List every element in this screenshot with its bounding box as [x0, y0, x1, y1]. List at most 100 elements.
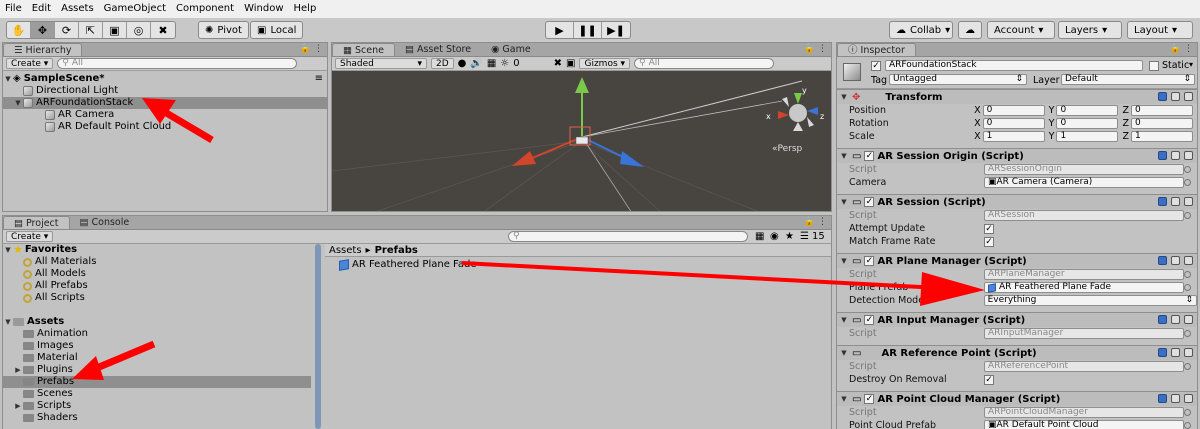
panel-menu-icon[interactable]: 🔒 ⋮ [804, 217, 827, 227]
destroy-on-removal-checkbox[interactable]: ✓ [984, 374, 994, 385]
component-enabled-checkbox[interactable]: ✓ [864, 315, 875, 325]
persp-label[interactable]: «Persp [772, 144, 803, 154]
settings-gear-icon[interactable] [1184, 256, 1193, 265]
cloud-button[interactable]: ☁ [958, 21, 982, 39]
settings-gear-icon[interactable] [1184, 348, 1193, 357]
tab-inspector[interactable]: ⓘ Inspector [837, 43, 916, 56]
help-book-icon[interactable] [1158, 394, 1167, 403]
preset-icon[interactable] [1171, 256, 1180, 265]
gizmos-dropdown[interactable]: Gizmos ▾ [579, 58, 631, 69]
expand-arrow-icon[interactable]: ▼ [839, 395, 849, 403]
expand-arrow-icon[interactable]: ▼ [3, 316, 13, 328]
lighting-icon[interactable]: ● [458, 58, 467, 69]
list-item[interactable]: Images [3, 340, 311, 352]
z-axis-handle[interactable] [581, 136, 628, 160]
list-item[interactable]: Animation [3, 328, 311, 340]
list-item[interactable]: AR Camera [3, 109, 327, 121]
z-axis-arrowhead[interactable] [620, 151, 644, 167]
expand-arrow-icon[interactable]: ▼ [839, 349, 849, 357]
object-picker-icon[interactable] [1184, 271, 1191, 278]
point-cloud-prefab-field[interactable]: ▣ AR Default Point Cloud [984, 420, 1184, 429]
preset-icon[interactable] [1171, 151, 1180, 160]
shading-dropdown[interactable]: Shaded ▾ [335, 58, 427, 69]
custom-tool-icon[interactable]: ✖ [151, 22, 175, 38]
camera-gizmo-icon[interactable] [575, 136, 589, 145]
preset-icon[interactable] [1171, 92, 1180, 101]
transform-header[interactable]: ▼ ✥ Transform [837, 89, 1197, 104]
expand-arrow-icon[interactable]: ▼ [839, 316, 849, 324]
move-tool-icon[interactable]: ✥ [31, 22, 55, 38]
list-item[interactable]: All Materials [3, 256, 311, 268]
preset-icon[interactable] [1171, 197, 1180, 206]
expand-arrow-icon[interactable]: ▼ [3, 244, 13, 256]
menu-help[interactable]: Help [289, 0, 322, 18]
y-axis-arrowhead[interactable] [575, 77, 589, 93]
object-picker-icon[interactable] [1184, 212, 1191, 219]
list-item-selected[interactable]: ▼ ARFoundationStack [3, 97, 327, 109]
attempt-update-checkbox[interactable]: ✓ [984, 223, 994, 234]
breadcrumb-assets[interactable]: Assets [329, 245, 362, 256]
list-item[interactable]: Scenes [3, 388, 311, 400]
expand-arrow-icon[interactable]: ▼ [839, 198, 849, 206]
tab-asset-store[interactable]: ▤ Asset Store [395, 43, 481, 56]
list-item-selected[interactable]: Prefabs [3, 376, 311, 388]
panel-splitter[interactable] [315, 244, 321, 429]
mode-2d-toggle[interactable]: 2D [431, 58, 454, 69]
tab-hierarchy[interactable]: ☰ Hierarchy [3, 43, 83, 56]
position-z-field[interactable]: 0 [1131, 105, 1193, 116]
help-book-icon[interactable] [1158, 315, 1167, 324]
effects-icon[interactable]: ▦ [487, 58, 496, 69]
list-item[interactable]: Shaders [3, 412, 311, 424]
tab-scene[interactable]: ▦ Scene [332, 43, 395, 56]
help-book-icon[interactable] [1158, 256, 1167, 265]
favorites-row[interactable]: ▼ ★ Favorites [3, 244, 311, 256]
scale-x-field[interactable]: 1 [982, 131, 1045, 142]
rotate-tool-icon[interactable]: ⟳ [55, 22, 79, 38]
settings-gear-icon[interactable] [1184, 394, 1193, 403]
transform-tool-icon[interactable]: ◎ [127, 22, 151, 38]
component-enabled-checkbox[interactable]: ✓ [864, 256, 875, 266]
rect-tool-icon[interactable]: ▣ [103, 22, 127, 38]
list-item[interactable]: All Prefabs [3, 280, 311, 292]
assets-row[interactable]: ▼ Assets [3, 316, 311, 328]
panel-menu-icon[interactable]: 🔒 ⋮ [804, 44, 827, 54]
filter-label-icon[interactable]: ◉ [770, 231, 779, 242]
list-item[interactable]: ▶ Scripts [3, 400, 311, 412]
object-picker-icon[interactable] [1184, 166, 1191, 173]
collab-button[interactable]: ☁ Collab ▾ [889, 21, 953, 39]
list-item[interactable]: AR Default Point Cloud [3, 121, 327, 133]
menu-edit[interactable]: Edit [27, 0, 56, 18]
account-dropdown[interactable]: Account ▾ [987, 21, 1055, 39]
object-picker-icon[interactable] [1184, 284, 1191, 291]
tab-project[interactable]: ▤ Project [3, 216, 70, 229]
layers-icon[interactable]: ☰ [800, 231, 809, 242]
chevron-down-icon[interactable]: ▾ [1189, 60, 1193, 69]
settings-gear-icon[interactable] [1184, 92, 1193, 101]
component-enabled-checkbox[interactable]: ✓ [864, 394, 875, 404]
rotation-x-field[interactable]: 0 [982, 118, 1045, 129]
list-item[interactable]: AR Feathered Plane Fade [325, 259, 831, 271]
layer-dropdown[interactable]: Default ⇕ [1061, 74, 1195, 85]
position-y-field[interactable]: 0 [1056, 105, 1119, 116]
camera-icon[interactable]: ▣ [566, 58, 575, 69]
preset-icon[interactable] [1171, 315, 1180, 324]
tools-icon[interactable]: ✖ [554, 58, 562, 69]
camera-field[interactable]: ▣ AR Camera (Camera) [984, 177, 1184, 188]
ar-session-header[interactable]: ▼ ▭ ✓ AR Session (Script) [837, 194, 1197, 209]
tab-console[interactable]: ▤ Console [70, 216, 140, 229]
tab-game[interactable]: ◉ Game [481, 43, 541, 56]
expand-arrow-icon[interactable]: ▼ [839, 93, 849, 101]
hidden-objects-icon[interactable]: ☼ [500, 58, 509, 69]
step-icon[interactable]: ▶❚ [602, 22, 630, 38]
pause-icon[interactable]: ❚❚ [574, 22, 602, 38]
list-item[interactable]: Material [3, 352, 311, 364]
expand-arrow-icon[interactable]: ▼ [839, 257, 849, 265]
expand-arrow-icon[interactable]: ▶ [13, 364, 23, 376]
layers-dropdown[interactable]: Layers ▾ [1058, 21, 1122, 39]
scene-viewport[interactable]: y x z «Persp [332, 71, 831, 211]
object-name-field[interactable]: ARFoundationStack [885, 60, 1143, 71]
list-item[interactable]: Directional Light [3, 85, 327, 97]
x-axis-handle[interactable] [529, 136, 583, 160]
menu-component[interactable]: Component [171, 0, 239, 18]
audio-icon[interactable]: 🔊 [470, 58, 482, 69]
